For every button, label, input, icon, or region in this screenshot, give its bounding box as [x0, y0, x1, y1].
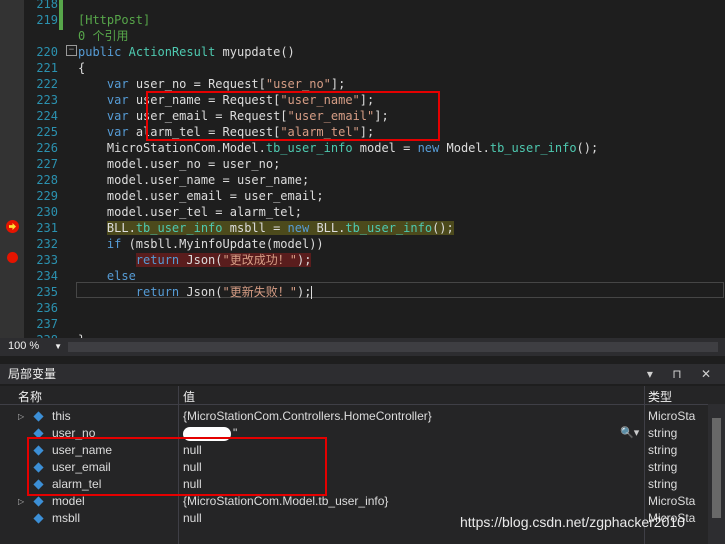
line-number: 235 — [36, 285, 58, 299]
breakpoint-icon[interactable] — [7, 252, 18, 263]
variable-type: string — [648, 477, 678, 491]
line-number: 228 — [36, 173, 58, 187]
variable-icon — [33, 513, 44, 524]
horizontal-scrollbar[interactable] — [68, 342, 718, 352]
breakpoint-current-icon[interactable] — [6, 220, 19, 233]
line-number: 234 — [36, 269, 58, 283]
variable-icon — [33, 411, 44, 422]
magnifier-icon[interactable]: 🔍▾ — [620, 425, 639, 442]
code-line[interactable]: 235 return Json("更新失败！"); — [0, 284, 725, 300]
line-number: 231 — [36, 221, 58, 235]
code-line[interactable]: 221 { — [0, 60, 725, 76]
variable-icon — [33, 496, 44, 507]
code-text[interactable]: return Json("更改成功！"); — [78, 252, 312, 268]
panel-controls[interactable]: ▾ ⊓ ✕ — [647, 364, 719, 384]
header-type[interactable]: 类型 — [648, 388, 672, 405]
code-line[interactable]: 218 — [0, 0, 725, 12]
variable-type: MicroSta — [648, 494, 696, 508]
code-text[interactable]: MicroStationCom.Model.tb_user_info model… — [78, 140, 598, 156]
line-number: 225 — [36, 125, 58, 139]
code-line[interactable]: 236 — [0, 300, 725, 316]
code-text[interactable]: [HttpPost] — [78, 12, 150, 28]
code-line[interactable]: 237 — [0, 316, 725, 332]
line-number: 223 — [36, 93, 58, 107]
variable-value: {MicroStationCom.Controllers.HomeControl… — [183, 409, 432, 423]
code-text[interactable]: 0 个引用 — [78, 28, 128, 44]
code-text[interactable]: if (msbll.MyinfoUpdate(model)) — [78, 236, 324, 252]
header-name[interactable]: 名称 — [18, 388, 42, 405]
panel-title: 局部变量 — [8, 367, 57, 381]
code-line[interactable]: 227 model.user_no = user_no; — [0, 156, 725, 172]
variable-type: string — [648, 460, 678, 474]
vertical-scrollbar[interactable] — [708, 404, 725, 544]
variable-value: null — [183, 511, 202, 525]
code-text[interactable]: model.user_no = user_no; — [78, 156, 280, 172]
watermark: https://blog.csdn.net/zgphacker2010 — [460, 514, 685, 530]
variable-name: this — [52, 409, 71, 423]
line-number: 222 — [36, 77, 58, 91]
code-line[interactable]: 233 return Json("更改成功！"); — [0, 252, 725, 268]
zoom-dropdown[interactable]: 100 % ▼ — [4, 339, 64, 354]
code-line[interactable]: 231 BLL.tb_user_info msbll = new BLL.tb_… — [0, 220, 725, 236]
grid-header: 名称 值 类型 — [0, 386, 725, 405]
line-number: 220 — [36, 45, 58, 59]
variable-name: msbll — [52, 511, 81, 525]
code-editor[interactable]: 218 219 [HttpPost] 0 个引用 220 public ActionRes… — [0, 0, 725, 338]
locals-row[interactable]: ▷ this {MicroStationCom.Controllers.HomeCo… — [0, 408, 725, 425]
variable-type: string — [648, 443, 678, 457]
line-number: 218 — [36, 0, 58, 11]
header-value[interactable]: 值 — [183, 388, 195, 405]
line-number: 226 — [36, 141, 58, 155]
line-number: 232 — [36, 237, 58, 251]
highlight-box-locals — [27, 437, 327, 496]
variable-type: string — [648, 426, 678, 440]
editor-status-bar: 100 % ▼ — [0, 338, 725, 356]
expand-icon[interactable]: ▷ — [18, 408, 24, 425]
code-line[interactable]: 220 public ActionResult myupdate() — [0, 44, 725, 60]
expand-icon[interactable]: ▷ — [18, 493, 24, 510]
code-text[interactable]: else — [78, 268, 136, 284]
code-line[interactable]: 228 model.user_name = user_name; — [0, 172, 725, 188]
code-line[interactable]: 222 var user_no = Request["user_no"]; — [0, 76, 725, 92]
line-number: 227 — [36, 157, 58, 171]
code-text[interactable]: public ActionResult myupdate() — [78, 44, 295, 60]
line-number: 230 — [36, 205, 58, 219]
variable-type: MicroSta — [648, 409, 696, 423]
collapse-toggle-icon[interactable]: − — [66, 45, 77, 56]
line-number: 224 — [36, 109, 58, 123]
code-text[interactable]: model.user_email = user_email; — [78, 188, 324, 204]
code-line[interactable]: 0 个引用 — [0, 28, 725, 44]
code-text[interactable]: BLL.tb_user_info msbll = new BLL.tb_user… — [78, 220, 454, 236]
code-line[interactable]: 232 if (msbll.MyinfoUpdate(model)) — [0, 236, 725, 252]
code-text[interactable]: model.user_name = user_name; — [78, 172, 309, 188]
code-line[interactable]: 229 model.user_email = user_email; — [0, 188, 725, 204]
code-line[interactable]: 219 [HttpPost] — [0, 12, 725, 28]
line-number: 221 — [36, 61, 58, 75]
chevron-down-icon: ▼ — [54, 342, 62, 351]
code-line[interactable]: 226 MicroStationCom.Model.tb_user_info m… — [0, 140, 725, 156]
line-number: 237 — [36, 317, 58, 331]
scrollbar-thumb[interactable] — [712, 418, 721, 518]
code-text[interactable]: var user_no = Request["user_no"]; — [78, 76, 345, 92]
code-line[interactable]: 230 model.user_tel = alarm_tel; — [0, 204, 725, 220]
code-line[interactable]: 234 else — [0, 268, 725, 284]
code-text[interactable]: { — [78, 60, 85, 76]
line-number: 233 — [36, 253, 58, 267]
line-number: 219 — [36, 13, 58, 27]
line-number: 229 — [36, 189, 58, 203]
line-number: 236 — [36, 301, 58, 315]
code-text[interactable]: model.user_tel = alarm_tel; — [78, 204, 302, 220]
code-text[interactable]: return Json("更新失败！"); — [78, 284, 313, 300]
locals-panel-header: 局部变量 ▾ ⊓ ✕ — [0, 364, 725, 384]
zoom-value: 100 % — [8, 340, 40, 352]
highlight-box-code — [146, 91, 440, 141]
